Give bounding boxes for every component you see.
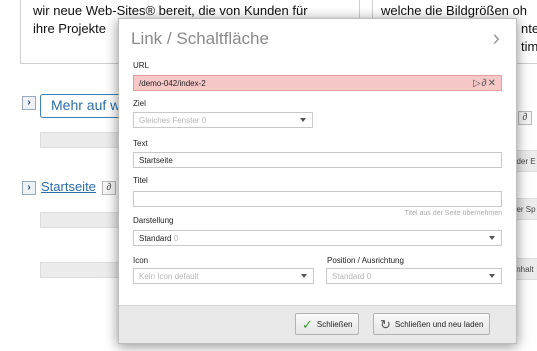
text-value: Startseite xyxy=(139,156,173,165)
close-button-label: Schließen xyxy=(316,319,353,329)
target-count: 0 xyxy=(201,116,207,125)
url-value: /demo-042/index-2 xyxy=(139,79,206,88)
appearance-value: Standard xyxy=(139,234,172,243)
position-label: Position / Ausrichtung xyxy=(327,256,404,265)
drag-handle-icon[interactable]: › xyxy=(22,96,36,110)
drag-handle-icon[interactable]: › xyxy=(22,181,36,195)
chevron-right-icon[interactable]: › xyxy=(493,25,500,51)
dialog-title: Link / Schaltfläche xyxy=(131,29,269,48)
icon-label: Icon xyxy=(133,256,149,265)
reload-icon: ↻ xyxy=(380,316,391,332)
position-value: Standard xyxy=(332,272,365,281)
checkmark-icon: ✓ xyxy=(302,316,313,332)
target-select[interactable]: Gleiches Fenster 0 xyxy=(133,112,313,128)
caret-down-icon xyxy=(489,236,495,240)
target-value: Gleiches Fenster xyxy=(139,116,200,125)
title-input[interactable] xyxy=(133,191,502,207)
text-label: Text xyxy=(133,139,148,148)
background-home-link[interactable]: Startseite xyxy=(41,179,96,194)
title-hint: Titel aus der Seite übernehmen xyxy=(404,210,502,217)
icon-select[interactable]: Kein Icon default xyxy=(133,268,314,284)
url-input[interactable]: /demo-042/index-2 ▷∂✕ xyxy=(133,75,502,91)
title-label: Titel xyxy=(133,176,148,185)
dialog-footer: ✓ Schließen ↻ Schließen und neu laden xyxy=(119,305,516,343)
appearance-label: Darstellung xyxy=(133,216,174,225)
close-reload-button[interactable]: ↻ Schließen und neu laden xyxy=(373,313,491,335)
edit-link-icon[interactable]: ∂ xyxy=(102,181,116,195)
position-select[interactable]: Standard 0 xyxy=(326,268,502,284)
appearance-select[interactable]: Standard 0 xyxy=(133,230,502,246)
close-reload-button-label: Schließen und neu laden xyxy=(394,319,484,329)
position-count: 0 xyxy=(366,272,372,281)
dialog-header: Link / Schaltfläche › xyxy=(119,19,516,59)
target-label: Ziel xyxy=(133,99,146,108)
link-dialog: Link / Schaltfläche › URL /demo-042/inde… xyxy=(118,18,517,344)
edit-link-icon[interactable]: ∂ xyxy=(518,111,532,125)
caret-down-icon xyxy=(489,274,495,278)
icon-value: Kein Icon default xyxy=(139,272,199,281)
clear-icon[interactable]: ✕ xyxy=(488,78,497,89)
url-label: URL xyxy=(133,61,150,70)
caret-down-icon xyxy=(300,118,306,122)
cursor-icon[interactable]: ▷ xyxy=(473,78,482,89)
caret-down-icon xyxy=(301,274,307,278)
url-tools: ▷∂✕ xyxy=(473,78,497,89)
text-input[interactable]: Startseite xyxy=(133,152,502,168)
close-button[interactable]: ✓ Schließen xyxy=(295,313,360,335)
background-placeholder-bar xyxy=(40,132,120,148)
background-placeholder-bar xyxy=(40,212,120,228)
background-placeholder-bar xyxy=(40,262,120,278)
appearance-count: 0 xyxy=(173,234,179,243)
